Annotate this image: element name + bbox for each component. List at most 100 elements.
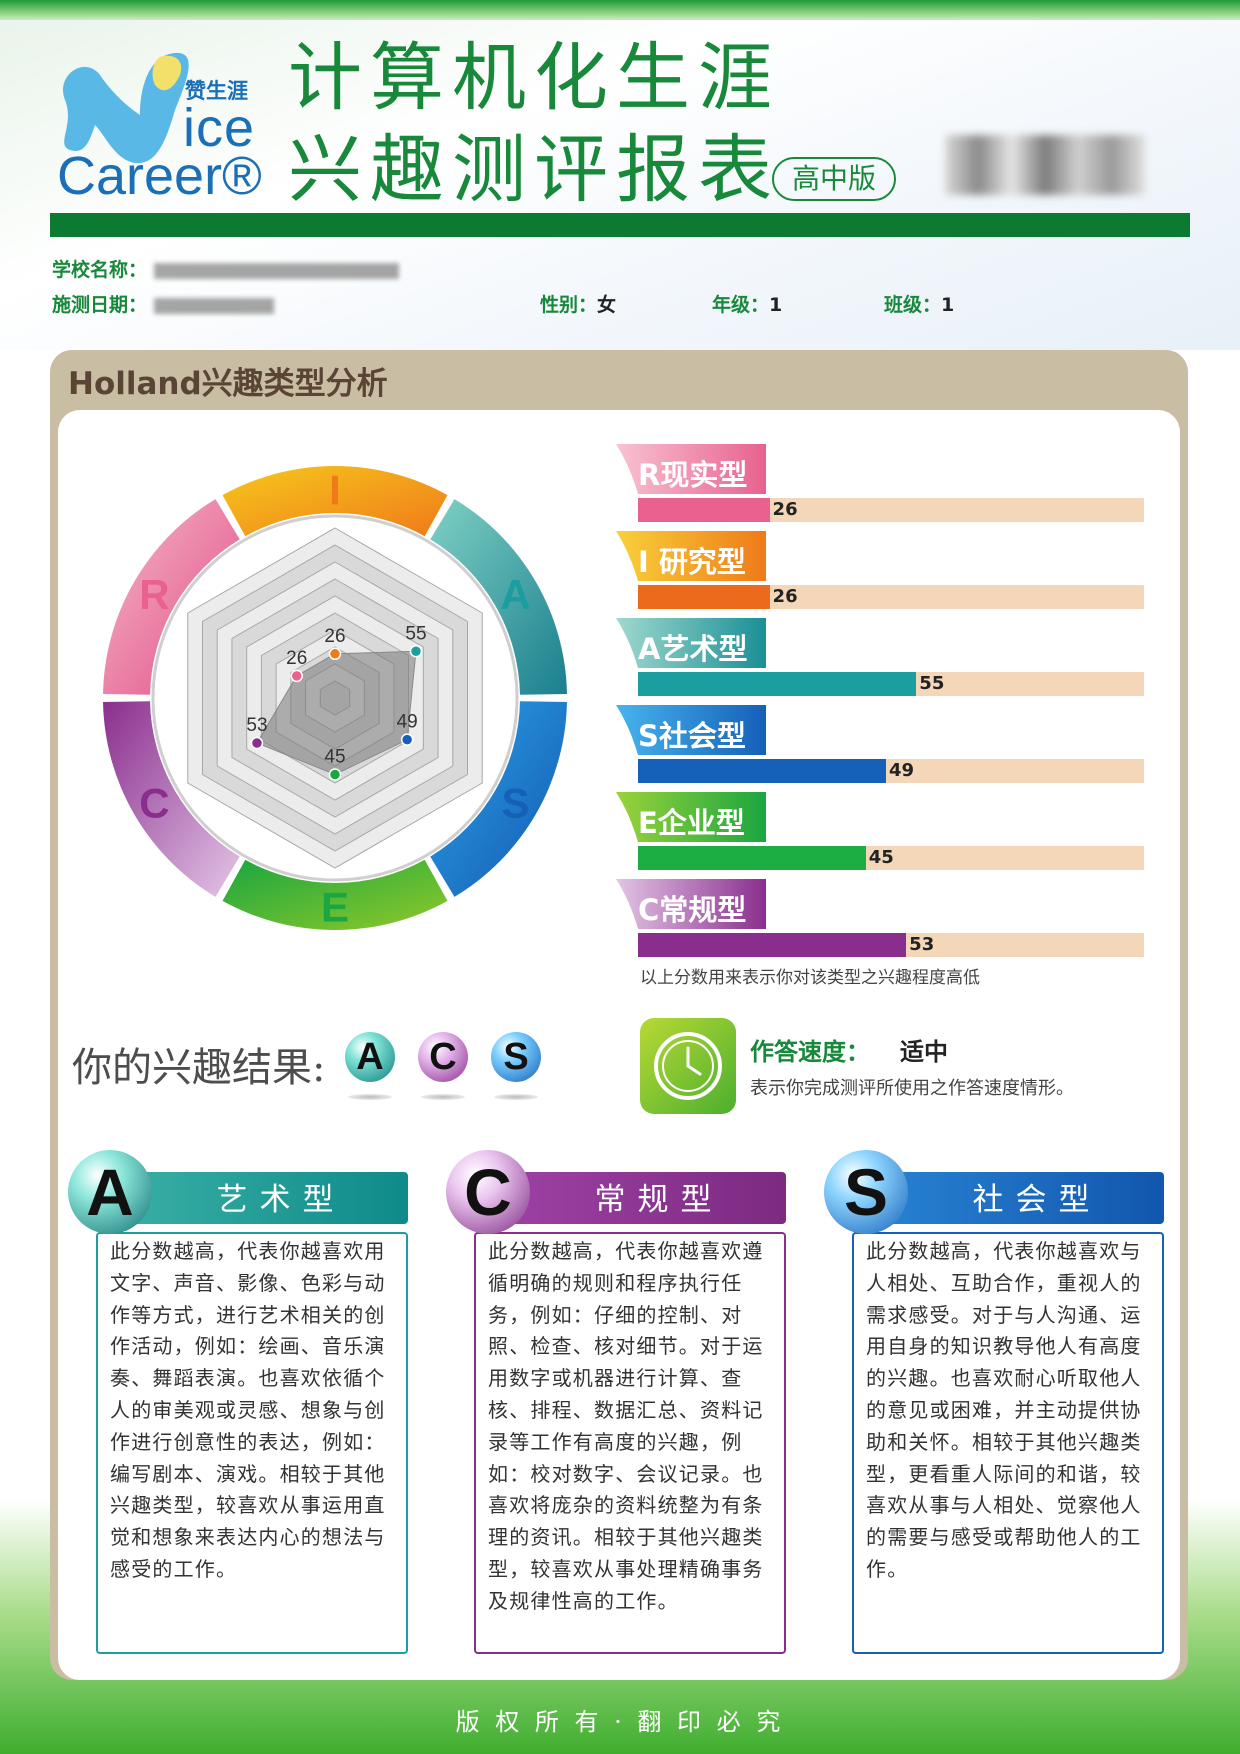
bar-value-S: 49 <box>888 760 914 781</box>
bar-tag-A: A艺术型 <box>616 618 766 668</box>
bar-row-C: C常规型 53 <box>616 879 1146 959</box>
type-card-c: 此分数越高，代表你越喜欢遵循明确的规则和程序执行任务，例如：仔细的控制、对照、检… <box>446 1150 786 1654</box>
clock-icon <box>640 1018 736 1114</box>
bar-value-I: 26 <box>772 586 798 607</box>
grade-value: 1 <box>769 294 783 316</box>
bar-tag-I: I 研究型 <box>616 531 766 581</box>
date-label: 施测日期： <box>52 294 148 316</box>
class-row: 班级：1 <box>884 290 954 317</box>
result-code-S: S <box>491 1032 541 1082</box>
edition-badge: 高中版 <box>772 157 896 201</box>
logo-career-text: Career® <box>57 146 262 206</box>
bar-row-E: E企业型 45 <box>616 792 1146 872</box>
result-code-C: C <box>418 1032 468 1082</box>
ring-letter-A: A <box>500 571 530 618</box>
copyright-footer: 版 权 所 有 · 翻 印 必 究 <box>455 1708 785 1736</box>
bar-tag-C: C常规型 <box>616 879 766 929</box>
grade-row: 年级：1 <box>712 290 782 317</box>
gender-label: 性别： <box>540 294 598 316</box>
speed-note: 表示你完成测评所使用之作答速度情形。 <box>750 1078 1074 1099</box>
section-title: Holland兴趣类型分析 <box>68 366 388 402</box>
bar-note: 以上分数用来表示你对该类型之兴趣程度高低 <box>640 968 980 988</box>
radar-point-I <box>328 647 342 661</box>
bar-fill-A <box>638 672 917 696</box>
bar-track-A: 55 <box>638 672 1144 696</box>
bar-label-I: I 研究型 <box>638 545 746 579</box>
bar-value-E: 45 <box>868 847 894 868</box>
holland-radar-chart: I A S E C R 26 55 49 45 53 26 <box>103 466 567 931</box>
redacted-student-name <box>945 135 1145 195</box>
card-a-title: 艺术型 <box>216 1182 346 1218</box>
radar-point-R <box>290 669 303 683</box>
radar-label-E: 45 <box>324 747 345 768</box>
radar-label-S: 49 <box>397 712 418 733</box>
bar-label-E: E企业型 <box>638 806 745 840</box>
card-a-box: 此分数越高，代表你越喜欢用文字、声音、影像、色彩与动作等方式，进行艺术相关的创作… <box>96 1232 408 1654</box>
school-label: 学校名称： <box>52 259 148 281</box>
radar-point-C <box>250 736 264 750</box>
bar-label-A: A艺术型 <box>638 632 748 666</box>
bar-label-C: C常规型 <box>638 893 747 927</box>
radar-point-S <box>400 733 414 746</box>
redacted-school-name <box>153 262 399 279</box>
bar-fill-E <box>638 846 866 870</box>
bar-track-C: 53 <box>638 933 1144 957</box>
bar-value-A: 55 <box>919 673 945 694</box>
bar-track-R: 26 <box>638 498 1144 522</box>
bar-row-A: A艺术型 55 <box>616 618 1146 698</box>
ring-letter-I: I <box>329 467 341 514</box>
radar-label-A: 55 <box>405 623 426 644</box>
bar-fill-I <box>638 585 770 609</box>
bar-row-R: R现实型 26 <box>616 444 1146 524</box>
card-c-description: 此分数越高，代表你越喜欢遵循明确的规则和程序执行任务，例如：仔细的控制、对照、检… <box>488 1239 764 1613</box>
bar-value-R: 26 <box>772 499 798 520</box>
card-c-letter-badge: C <box>446 1150 530 1234</box>
bar-fill-S <box>638 759 886 783</box>
class-label: 班级： <box>884 294 942 316</box>
result-code-shadow-A <box>348 1094 392 1100</box>
type-card-a: 此分数越高，代表你越喜欢用文字、声音、影像、色彩与动作等方式，进行艺术相关的创作… <box>68 1150 408 1654</box>
speed-label: 作答速度： <box>750 1038 870 1066</box>
card-c-box: 此分数越高，代表你越喜欢遵循明确的规则和程序执行任务，例如：仔细的控制、对照、检… <box>474 1232 786 1654</box>
radar-point-A <box>409 645 423 658</box>
bar-label-R: R现实型 <box>638 458 748 492</box>
card-s-description: 此分数越高，代表你越喜欢与人相处、互助合作，重视人的需求感受。对于与人沟通、运用… <box>866 1239 1142 1581</box>
ring-letter-R: R <box>139 571 169 618</box>
gender-value: 女 <box>597 294 617 316</box>
bar-track-I: 26 <box>638 585 1144 609</box>
speed-value: 适中 <box>900 1038 948 1066</box>
report-title-line1: 计算机化生涯 <box>288 35 780 121</box>
bar-tag-S: S社会型 <box>616 705 766 755</box>
radar-label-I: 26 <box>324 626 345 647</box>
bar-value-C: 53 <box>909 934 935 955</box>
ring-letter-E: E <box>321 884 349 931</box>
type-card-s: 此分数越高，代表你越喜欢与人相处、互助合作，重视人的需求感受。对于与人沟通、运用… <box>824 1150 1164 1654</box>
ring-letter-C: C <box>139 779 169 826</box>
bar-track-S: 49 <box>638 759 1144 783</box>
bar-fill-C <box>638 933 907 957</box>
card-s-title: 社会型 <box>972 1182 1102 1218</box>
result-code-shadow-C <box>421 1094 465 1100</box>
bar-row-S: S社会型 49 <box>616 705 1146 785</box>
school-row: 学校名称： <box>52 255 399 282</box>
redacted-test-date <box>153 297 274 314</box>
grade-label: 年级： <box>712 294 770 316</box>
nice-career-logo: 赞生涯 ice Career® <box>55 45 285 206</box>
card-s-box: 此分数越高，代表你越喜欢与人相处、互助合作，重视人的需求感受。对于与人沟通、运用… <box>852 1232 1164 1654</box>
radar-point-E <box>328 768 342 781</box>
card-a-description: 此分数越高，代表你越喜欢用文字、声音、影像、色彩与动作等方式，进行艺术相关的创作… <box>110 1239 386 1581</box>
date-row: 施测日期： <box>52 290 274 317</box>
gender-row: 性别：女 <box>540 290 616 317</box>
card-s-letter-badge: S <box>824 1150 908 1234</box>
radar-label-R: 26 <box>286 648 307 669</box>
report-title-line2: 兴趣测评报表 <box>288 127 780 213</box>
bar-tag-R: R现实型 <box>616 444 766 494</box>
interest-result-label: 你的兴趣结果: <box>72 1045 326 1091</box>
result-code-shadow-S <box>494 1094 538 1100</box>
bar-row-I: I 研究型 26 <box>616 531 1146 611</box>
bar-tag-E: E企业型 <box>616 792 766 842</box>
header-divider-bar <box>50 213 1190 237</box>
bar-track-E: 45 <box>638 846 1144 870</box>
card-a-letter-badge: A <box>68 1150 152 1234</box>
bar-label-S: S社会型 <box>638 719 746 753</box>
